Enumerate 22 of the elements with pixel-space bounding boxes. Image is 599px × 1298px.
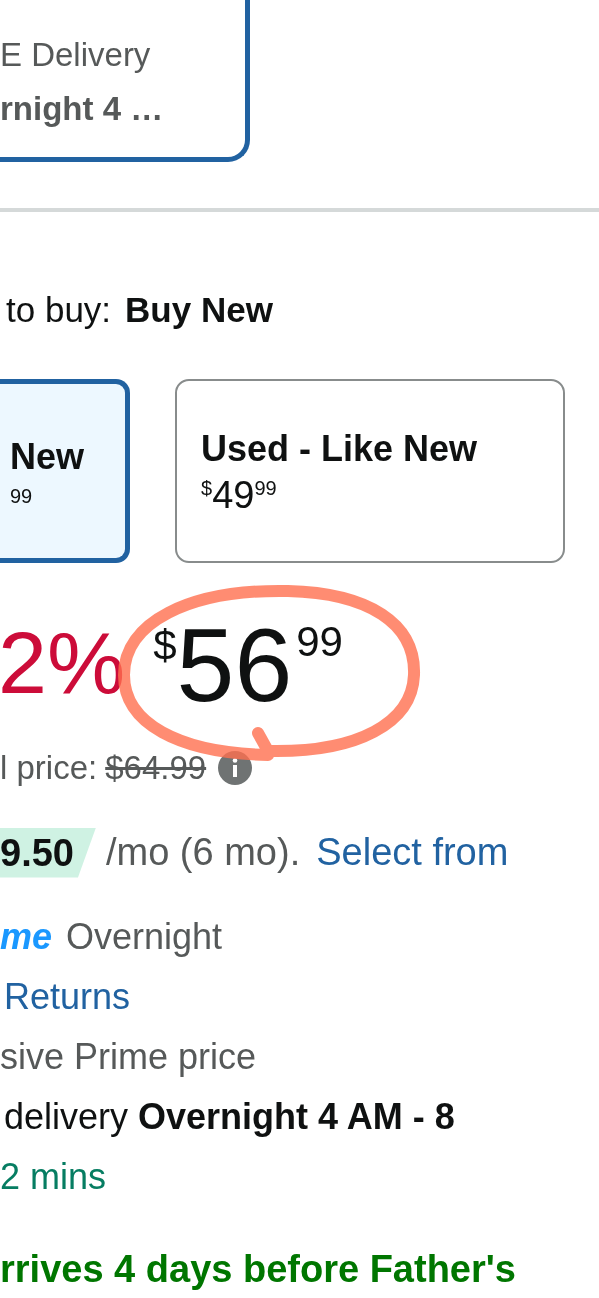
condition-title: Used - Like New — [201, 427, 479, 470]
discount-percent: 2% — [0, 611, 126, 714]
condition-title: New — [10, 435, 86, 478]
installment-terms: /mo (6 mo). — [105, 830, 301, 875]
countdown-text: 2 mins — [0, 1154, 107, 1199]
condition-price: 99 — [10, 483, 34, 506]
buy-option-label: to buy: — [6, 289, 112, 331]
condition-option[interactable]: New 99 — [0, 378, 130, 563]
select-plan-link[interactable]: Select from — [316, 824, 509, 881]
list-price-label: l price: — [0, 747, 98, 788]
delivery-speed: Overnight — [66, 914, 223, 959]
detail-text: delivery Overnight 4 AM - 8 — [3, 1094, 455, 1139]
delivery-option-text: E Delivery — [0, 34, 152, 75]
buy-option-value: Buy New — [125, 289, 273, 331]
installment-amount: 9.50 — [0, 827, 96, 878]
arrival-note: rrives 4 days before Father's — [0, 1246, 517, 1291]
prime-logo: me — [0, 914, 54, 959]
list-price-value: $64.99 — [105, 747, 207, 788]
detail-text: sive Prime price — [0, 1034, 257, 1079]
delivery-option-card[interactable]: E Delivery rnight 4 … — [0, 0, 250, 162]
returns-link[interactable]: Returns — [0, 966, 131, 1027]
delivery-option-text: rnight 4 … — [0, 88, 165, 129]
